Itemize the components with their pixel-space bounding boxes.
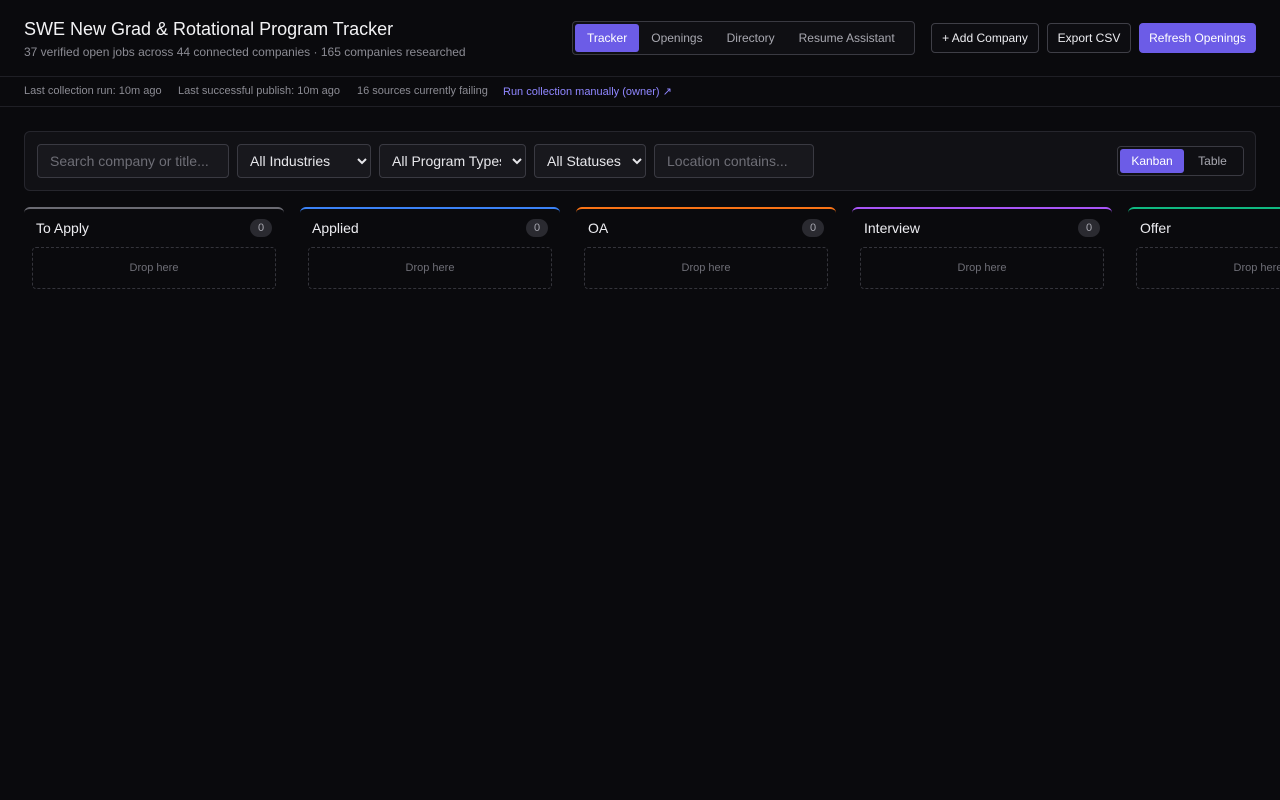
view-table-button[interactable]: Table [1184, 149, 1241, 173]
export-csv-button[interactable]: Export CSV [1047, 23, 1131, 53]
tab-openings[interactable]: Openings [639, 24, 714, 52]
drop-zone[interactable]: Drop here [584, 247, 828, 289]
column-applied: Applied 0 Drop here [300, 207, 560, 293]
column-title: OA [588, 220, 609, 236]
add-company-button[interactable]: + Add Company [931, 23, 1039, 53]
tab-resume-assistant[interactable]: Resume Assistant [787, 24, 907, 52]
column-title: To Apply [36, 220, 89, 236]
column-to-apply: To Apply 0 Drop here [24, 207, 284, 293]
column-interview: Interview 0 Drop here [852, 207, 1112, 293]
page-title: SWE New Grad & Rotational Program Tracke… [24, 19, 394, 39]
drop-zone[interactable]: Drop here [860, 247, 1104, 289]
column-count-badge: 0 [250, 219, 272, 237]
drop-zone[interactable]: Drop here [308, 247, 552, 289]
last-successful-publish: Last successful publish: 10m ago [178, 85, 341, 97]
run-collection-link[interactable]: Run collection manually (owner) ↗ [503, 85, 672, 98]
collection-status-bar: Last collection run: 10m ago Last succes… [0, 77, 1280, 107]
filter-bar: All Industries All Program Types All Sta… [24, 131, 1256, 191]
last-collection-run: Last collection run: 10m ago [24, 85, 162, 97]
failing-sources-count: 16 sources currently failing [357, 85, 488, 97]
kanban-board: To Apply 0 Drop here Applied 0 Drop here… [24, 207, 1280, 800]
column-count-badge: 0 [526, 219, 548, 237]
column-offer: Offer 0 Drop here [1128, 207, 1280, 293]
program-type-select[interactable]: All Program Types [379, 144, 526, 178]
tab-directory[interactable]: Directory [715, 24, 787, 52]
view-toggle: Kanban Table [1117, 146, 1244, 176]
industry-select[interactable]: All Industries [237, 144, 371, 178]
main-tabs: Tracker Openings Directory Resume Assist… [572, 21, 915, 55]
column-oa: OA 0 Drop here [576, 207, 836, 293]
column-title: Applied [312, 220, 359, 236]
view-kanban-button[interactable]: Kanban [1120, 149, 1184, 173]
page-subtitle: 37 verified open jobs across 44 connecte… [24, 45, 466, 59]
drop-zone[interactable]: Drop here [1136, 247, 1280, 289]
app-header: SWE New Grad & Rotational Program Tracke… [0, 0, 1280, 77]
status-select[interactable]: All Statuses [534, 144, 646, 178]
drop-zone[interactable]: Drop here [32, 247, 276, 289]
column-title: Offer [1140, 220, 1171, 236]
refresh-openings-button[interactable]: Refresh Openings [1139, 23, 1256, 53]
search-input[interactable] [37, 144, 229, 178]
tab-tracker[interactable]: Tracker [575, 24, 640, 52]
column-title: Interview [864, 220, 921, 236]
column-count-badge: 0 [1078, 219, 1100, 237]
location-input[interactable] [654, 144, 814, 178]
column-count-badge: 0 [802, 219, 824, 237]
